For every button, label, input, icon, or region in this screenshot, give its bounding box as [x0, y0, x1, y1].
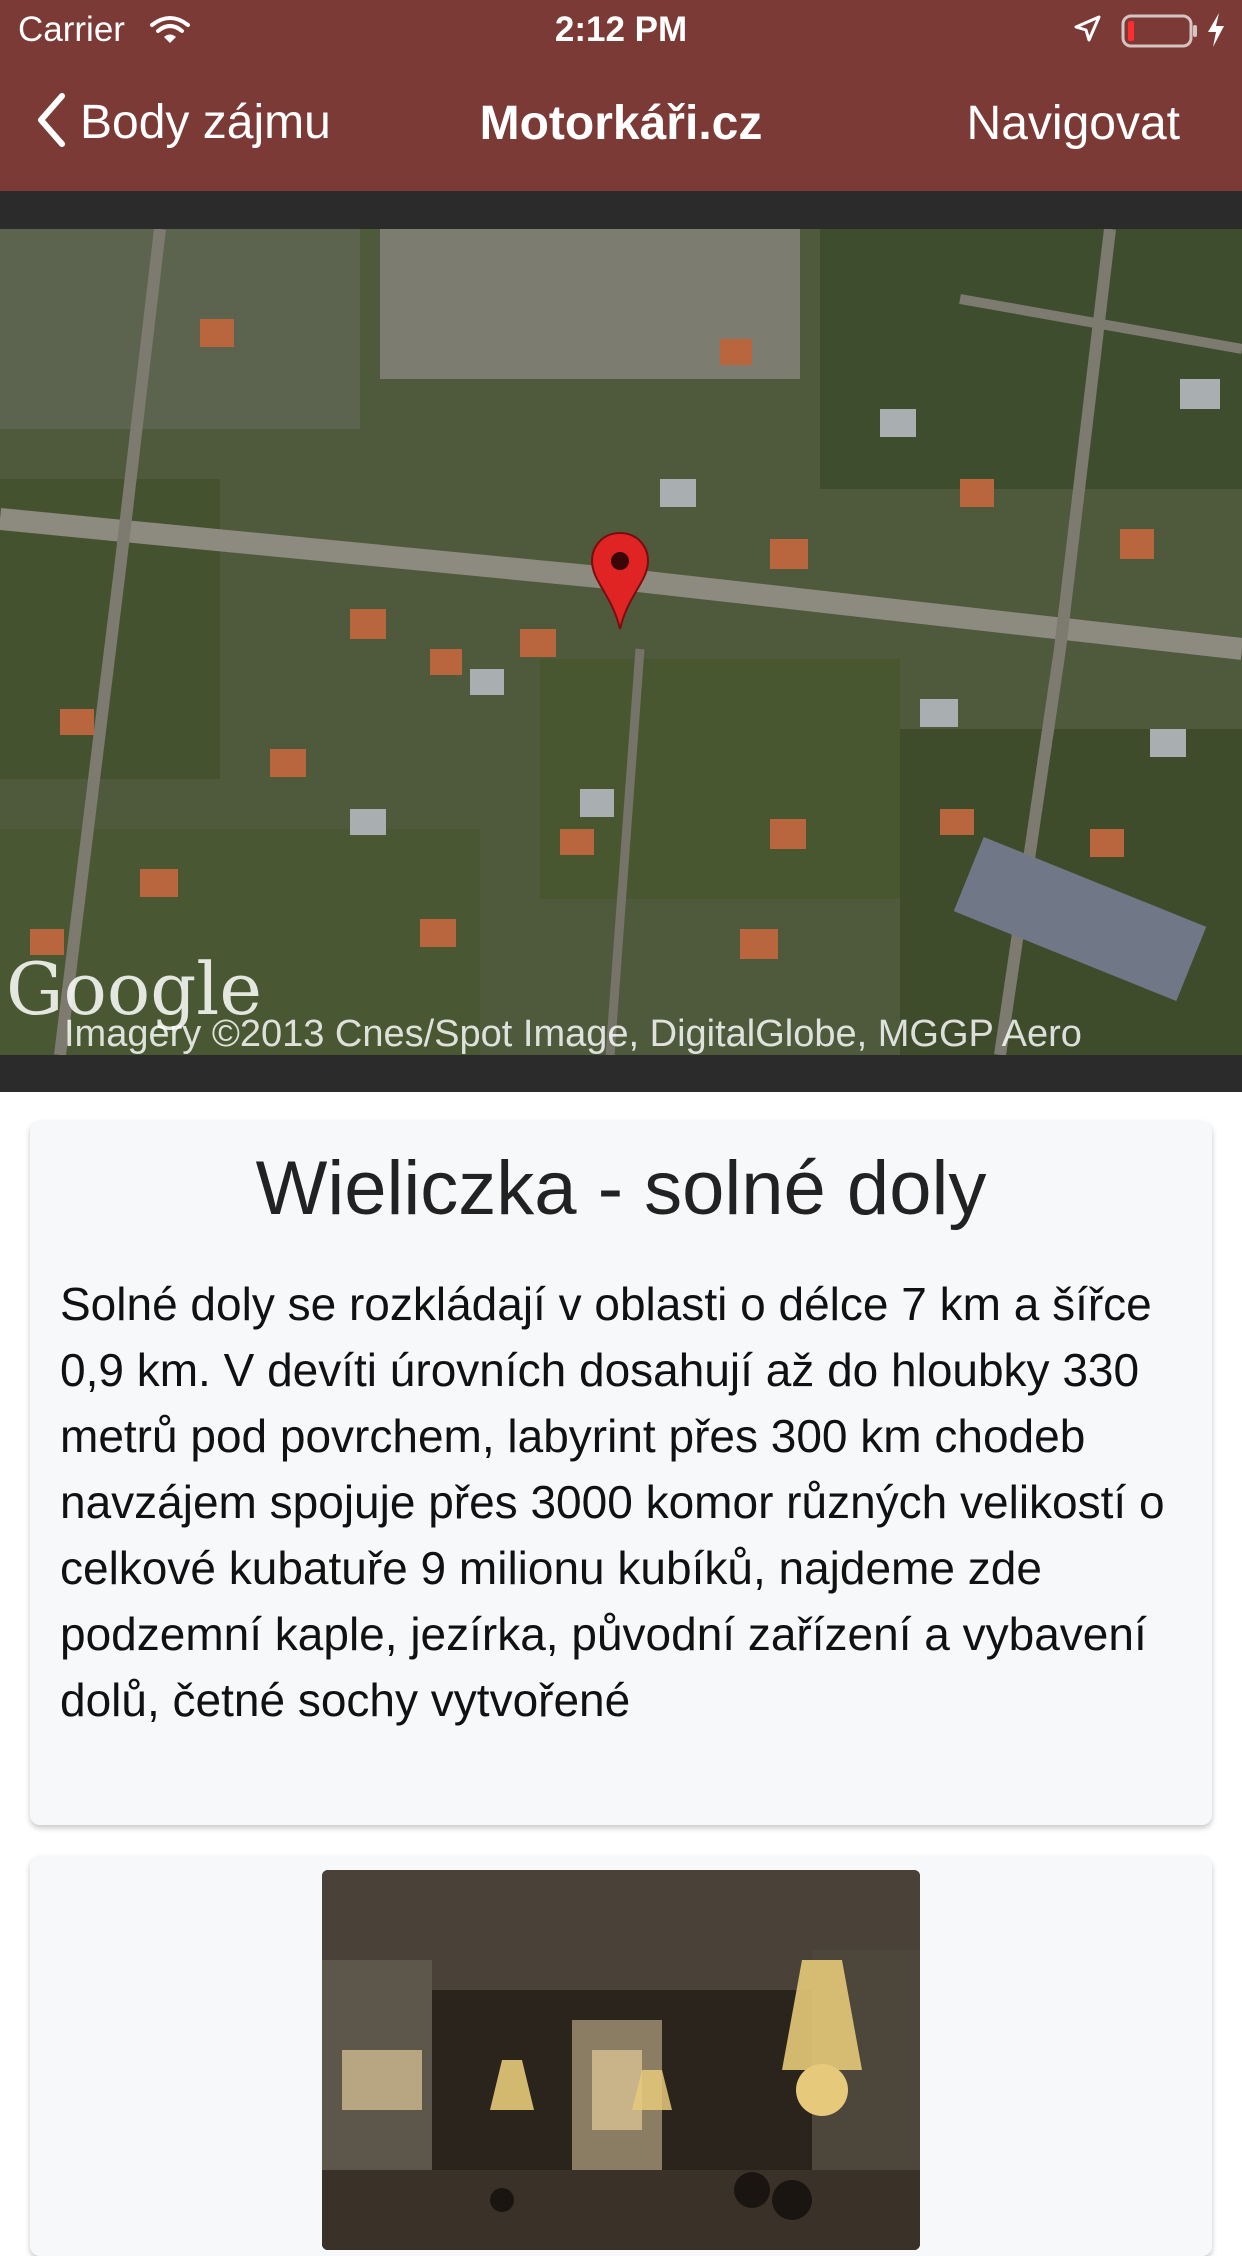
satellite-map[interactable]: Google Imagery ©2013 Cnes/Spot Image, Di… — [0, 229, 1242, 1055]
navigation-bar: Body zájmu Motorkáři.cz Navigovat — [0, 60, 1242, 191]
app-header: Carrier 2:12 PM Body zájmu Motorkáři.cz … — [0, 0, 1242, 191]
salt-mine-chapel-image — [322, 1870, 920, 2250]
location-icon — [1072, 14, 1102, 49]
status-time: 2:12 PM — [554, 10, 688, 49]
photo-card — [30, 1856, 1212, 2256]
map-attribution: Imagery ©2013 Cnes/Spot Image, DigitalGl… — [64, 1013, 1082, 1055]
map-pin-icon[interactable] — [590, 531, 650, 636]
battery-icon — [1121, 14, 1199, 53]
place-photo[interactable] — [322, 1870, 920, 2250]
status-bar: Carrier 2:12 PM — [0, 0, 1242, 60]
charging-icon — [1205, 12, 1227, 53]
satellite-imagery — [0, 229, 1242, 1055]
navigate-button[interactable]: Navigovat — [967, 96, 1180, 151]
place-title: Wieliczka - solné doly — [255, 1146, 987, 1231]
map-frame: Google Imagery ©2013 Cnes/Spot Image, Di… — [0, 191, 1242, 1092]
place-description: Solné doly se rozkládají v oblasti o dél… — [60, 1278, 1165, 1726]
place-info-card: Wieliczka - solné doly Solné doly se roz… — [30, 1121, 1212, 1825]
